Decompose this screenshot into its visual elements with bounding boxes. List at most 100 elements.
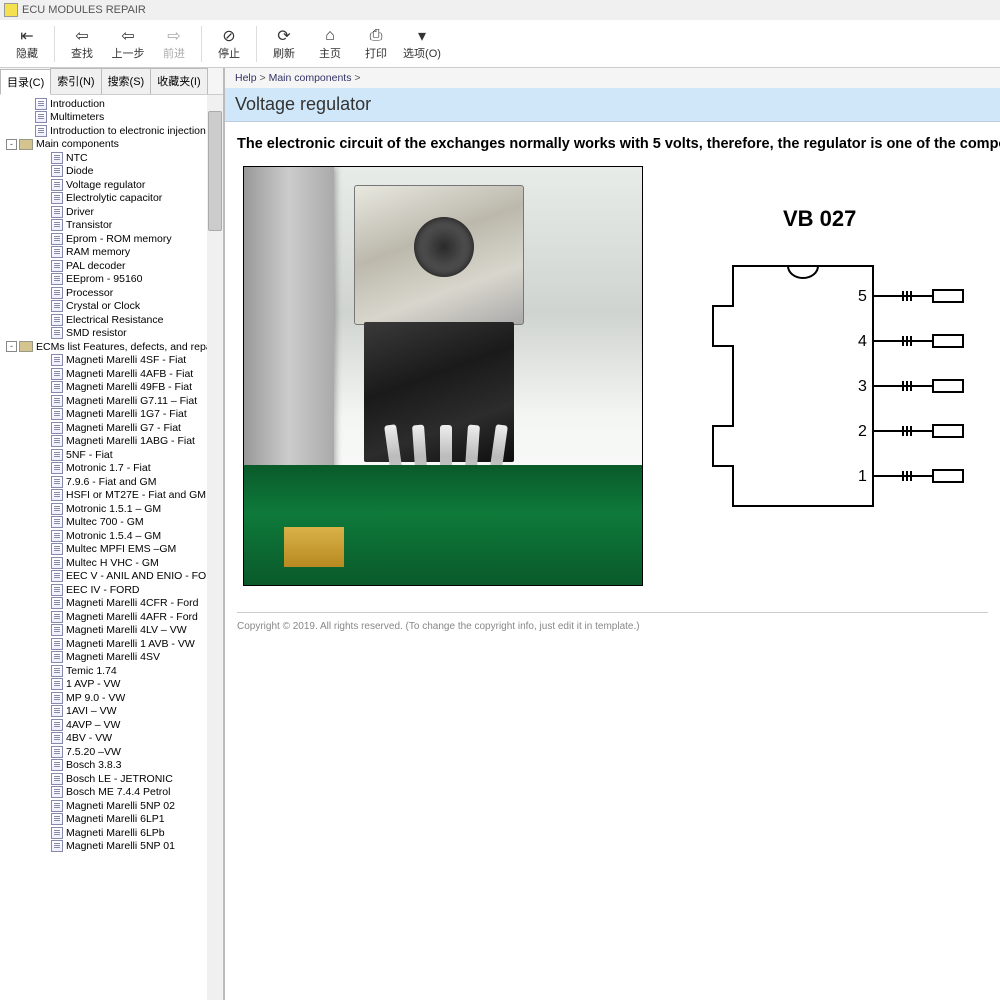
tree-node[interactable]: Multec H VHC - GM (0, 556, 223, 570)
navigation-tree[interactable]: IntroductionMultimetersIntroduction to e… (0, 95, 223, 1000)
tree-toggle-icon[interactable]: - (6, 139, 17, 150)
tree-node[interactable]: 5NF - Fiat (0, 448, 223, 462)
tree-node[interactable]: PAL decoder (0, 259, 223, 273)
tab-contents[interactable]: 目录(C) (0, 69, 51, 95)
tree-node[interactable]: Electrolytic capacitor (0, 192, 223, 206)
print-button[interactable]: ⎙打印 (355, 22, 397, 66)
tree-node[interactable]: Magneti Marelli 1G7 - Fiat (0, 408, 223, 422)
tree-node[interactable]: Motronic 1.5.4 – GM (0, 529, 223, 543)
breadcrumb: Help > Main components > (225, 68, 1000, 88)
tab-search[interactable]: 搜索(S) (101, 68, 152, 94)
document-icon (51, 705, 63, 717)
tree-node[interactable]: Multimeters (0, 111, 223, 125)
tree-node[interactable]: Crystal or Clock (0, 300, 223, 314)
back-button[interactable]: ⇦上一步 (107, 22, 149, 66)
tree-toggle-icon[interactable]: - (6, 341, 17, 352)
tree-node[interactable]: Processor (0, 286, 223, 300)
tree-node[interactable]: Magneti Marelli 1 AVB - VW (0, 637, 223, 651)
document-icon (51, 246, 63, 258)
scrollbar-thumb[interactable] (208, 111, 222, 231)
tree-node[interactable]: Magneti Marelli 4AFR - Ford (0, 610, 223, 624)
tree-node[interactable]: - Main components (0, 138, 223, 152)
tree-node[interactable]: Introduction to electronic injection (0, 124, 223, 138)
toolbar: ⇤隐藏⇦查找⇦上一步⇨前进⊘停止⟳刷新⌂主页⎙打印▾选项(O) (0, 20, 1000, 68)
tree-label: Magneti Marelli 6LPb (66, 827, 165, 839)
tree-node[interactable]: Magneti Marelli 4AFB - Fiat (0, 367, 223, 381)
tree-node[interactable]: Magneti Marelli 4SV (0, 651, 223, 665)
home-button[interactable]: ⌂主页 (309, 22, 351, 66)
tree-node[interactable]: EEprom - 95160 (0, 273, 223, 287)
tree-node[interactable]: NTC (0, 151, 223, 165)
tree-node[interactable]: Driver (0, 205, 223, 219)
tree-node[interactable]: SMD resistor (0, 327, 223, 341)
tree-node[interactable]: Transistor (0, 219, 223, 233)
document-icon (51, 273, 63, 285)
tree-label: Transistor (66, 219, 112, 231)
tree-node[interactable]: EEC V - ANIL AND ENIO - FORD (0, 570, 223, 584)
tree-node[interactable]: Multec MPFI EMS –GM (0, 543, 223, 557)
tree-node[interactable]: RAM memory (0, 246, 223, 260)
tree-node[interactable]: Motronic 1.5.1 – GM (0, 502, 223, 516)
tree-node[interactable]: Voltage regulator (0, 178, 223, 192)
tree-node[interactable]: Magneti Marelli 1ABG - Fiat (0, 435, 223, 449)
svg-text:3: 3 (858, 378, 867, 395)
tree-node[interactable]: Magneti Marelli G7.11 – Fiat (0, 394, 223, 408)
tab-index[interactable]: 索引(N) (50, 68, 101, 94)
tree-node[interactable]: Multec 700 - GM (0, 516, 223, 530)
tree-label: Bosch 3.8.3 (66, 759, 121, 771)
tree-node[interactable]: Eprom - ROM memory (0, 232, 223, 246)
tree-node[interactable]: Bosch 3.8.3 (0, 759, 223, 773)
document-icon (51, 462, 63, 474)
tree-node[interactable]: Motronic 1.7 - Fiat (0, 462, 223, 476)
document-icon (51, 678, 63, 690)
tree-node[interactable]: Magneti Marelli 49FB - Fiat (0, 381, 223, 395)
find-button[interactable]: ⇦查找 (61, 22, 103, 66)
tree-node[interactable]: Magneti Marelli 6LP1 (0, 813, 223, 827)
tree-node[interactable]: Magneti Marelli 5NP 02 (0, 799, 223, 813)
tree-label: Introduction to electronic injection (50, 125, 206, 137)
tree-node[interactable]: MP 9.0 - VW (0, 691, 223, 705)
tree-label: Main components (36, 138, 119, 150)
tree-node[interactable]: -ECMs list Features, defects, and repair (0, 340, 223, 354)
tree-label: 4AVP – VW (66, 719, 120, 731)
tree-node[interactable]: Magneti Marelli 4CFR - Ford (0, 597, 223, 611)
hide-button[interactable]: ⇤隐藏 (6, 22, 48, 66)
tab-favorites[interactable]: 收藏夹(I) (150, 68, 207, 94)
tree-node[interactable]: Bosch ME 7.4.4 Petrol (0, 786, 223, 800)
tree-scrollbar[interactable] (207, 95, 223, 1000)
tree-node[interactable]: EEC IV - FORD (0, 583, 223, 597)
tree-node[interactable]: Magneti Marelli 4SF - Fiat (0, 354, 223, 368)
tree-node[interactable]: Diode (0, 165, 223, 179)
tree-node[interactable]: Bosch LE - JETRONIC (0, 772, 223, 786)
tree-node[interactable]: Electrical Resistance (0, 313, 223, 327)
print-icon: ⎙ (367, 27, 385, 45)
tree-node[interactable]: Magneti Marelli 6LPb (0, 826, 223, 840)
options-button[interactable]: ▾选项(O) (401, 22, 443, 66)
svg-text:2: 2 (858, 423, 867, 440)
tree-node[interactable]: Magneti Marelli 5NP 01 (0, 840, 223, 854)
tree-node[interactable]: Temic 1.74 (0, 664, 223, 678)
document-icon (35, 125, 47, 137)
refresh-icon: ⟳ (275, 27, 293, 45)
tree-label: Introduction (50, 98, 105, 110)
tree-node[interactable]: HSFI or MT27E - Fiat and GM (0, 489, 223, 503)
breadcrumb-help[interactable]: Help (235, 72, 257, 84)
tree-node[interactable]: 1AVI – VW (0, 705, 223, 719)
stop-button[interactable]: ⊘停止 (208, 22, 250, 66)
tree-node[interactable]: 4AVP – VW (0, 718, 223, 732)
tree-label: 1AVI – VW (66, 705, 117, 717)
document-icon (51, 557, 63, 569)
tree-label: Voltage regulator (66, 179, 145, 191)
tree-node[interactable]: 7.9.6 - Fiat and GM (0, 475, 223, 489)
refresh-button[interactable]: ⟳刷新 (263, 22, 305, 66)
tree-node[interactable]: 7.5.20 –VW (0, 745, 223, 759)
breadcrumb-main-components[interactable]: Main components (269, 72, 352, 84)
tree-node[interactable]: Magneti Marelli 4LV – VW (0, 624, 223, 638)
tree-node[interactable]: Magneti Marelli G7 - Fiat (0, 421, 223, 435)
tree-node[interactable]: 1 AVP - VW (0, 678, 223, 692)
tree-label: Bosch ME 7.4.4 Petrol (66, 786, 170, 798)
tree-node[interactable]: Introduction (0, 97, 223, 111)
document-icon (51, 489, 63, 501)
document-icon (51, 368, 63, 380)
tree-node[interactable]: 4BV - VW (0, 732, 223, 746)
